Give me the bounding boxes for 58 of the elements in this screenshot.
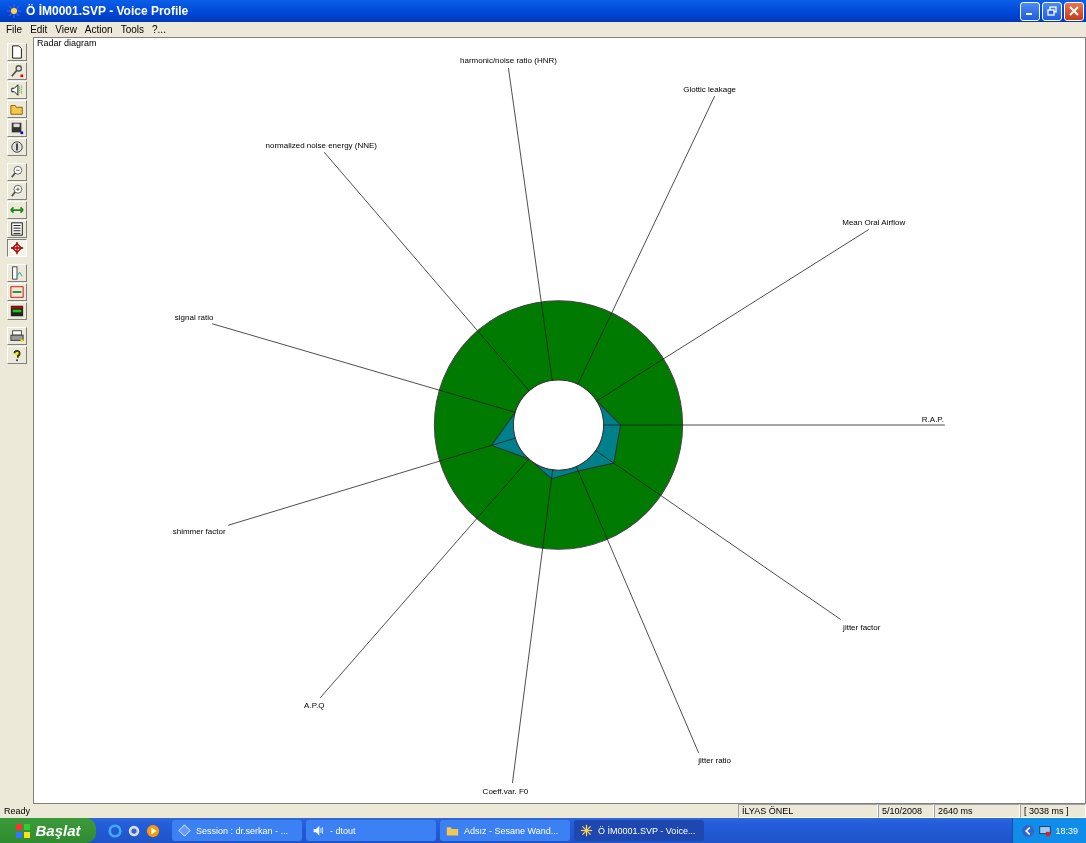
taskbar-button[interactable]: - dtout xyxy=(306,820,436,841)
fit-width-icon xyxy=(9,285,24,299)
crosshair-icon xyxy=(9,241,24,255)
axis-label: jitter ratio xyxy=(698,755,732,765)
status-text: İLYAS ÖNEL xyxy=(738,804,878,818)
folder-icon xyxy=(9,102,24,116)
axis-label: jitter factor xyxy=(843,622,881,632)
zoom-in-icon xyxy=(9,184,24,198)
axis-label: Glottic leakage xyxy=(683,85,737,95)
status-text: Ready xyxy=(3,805,31,818)
folder-icon xyxy=(446,824,459,837)
menu-item[interactable]: Action xyxy=(84,24,113,35)
magnifier-icon xyxy=(9,64,24,78)
speaker-icon xyxy=(9,83,24,97)
menu-item[interactable]: Tools xyxy=(120,24,144,35)
status-text: 2640 ms xyxy=(934,804,1020,818)
sparkle-icon xyxy=(6,3,22,19)
menu-item[interactable]: View xyxy=(55,24,77,35)
restore-icon xyxy=(1047,6,1057,16)
printer-icon xyxy=(9,329,24,343)
diamond-icon xyxy=(178,824,191,837)
menu-item[interactable]: File xyxy=(6,24,23,35)
axis-label: normalized noise energy (NNE) xyxy=(265,141,378,151)
close-icon xyxy=(1069,6,1079,16)
windows-logo xyxy=(15,822,32,839)
status-text: [ 3038 ms ] xyxy=(1020,804,1086,818)
window-title: Ö İM0001.SVP - Voice Profile xyxy=(26,4,190,18)
close-button[interactable] xyxy=(1064,1,1084,21)
play-icon[interactable] xyxy=(146,823,160,838)
taskbar-button[interactable]: Adsız - Sesane Wand... xyxy=(440,820,570,841)
axis-label: signal ratio xyxy=(174,312,214,322)
status-text: 5/10/2008 xyxy=(878,804,934,818)
axis-label: shimmer factor xyxy=(172,527,226,537)
toolbar-button[interactable] xyxy=(6,239,27,257)
menu-item[interactable]: Edit xyxy=(30,24,48,35)
list-icon xyxy=(9,222,24,236)
axis-label: harmonic/noise ratio (HNR) xyxy=(460,56,557,66)
info-icon xyxy=(9,140,24,154)
minimize-icon xyxy=(1025,13,1032,15)
minimize-button[interactable] xyxy=(1020,1,1040,21)
taskbar-button[interactable]: Ö İM0001.SVP - Voice... xyxy=(574,820,704,841)
restore-button[interactable] xyxy=(1042,1,1062,21)
speaker-icon xyxy=(312,824,325,837)
compress-icon xyxy=(9,304,24,318)
sparkle-icon xyxy=(580,824,593,837)
axis-label: Mean Oral Airflow xyxy=(842,218,906,228)
axis-label: Coeff.var. F0 xyxy=(482,786,529,796)
taskbar-button[interactable]: Session : dr.serkan - ... xyxy=(172,820,302,841)
zoom-out-icon xyxy=(9,165,24,179)
axis-label: A.P.Q xyxy=(304,700,325,710)
start-button[interactable]: Başlat xyxy=(0,818,96,843)
menu-item[interactable]: ?... xyxy=(152,24,166,35)
ruler-icon xyxy=(9,266,24,280)
clock: 18:39 xyxy=(1055,825,1078,836)
computer-icon xyxy=(1038,823,1053,838)
axis-label: R.A.P. xyxy=(921,415,944,424)
panel-title: Radar diagram xyxy=(37,38,97,48)
page-icon xyxy=(9,45,24,59)
